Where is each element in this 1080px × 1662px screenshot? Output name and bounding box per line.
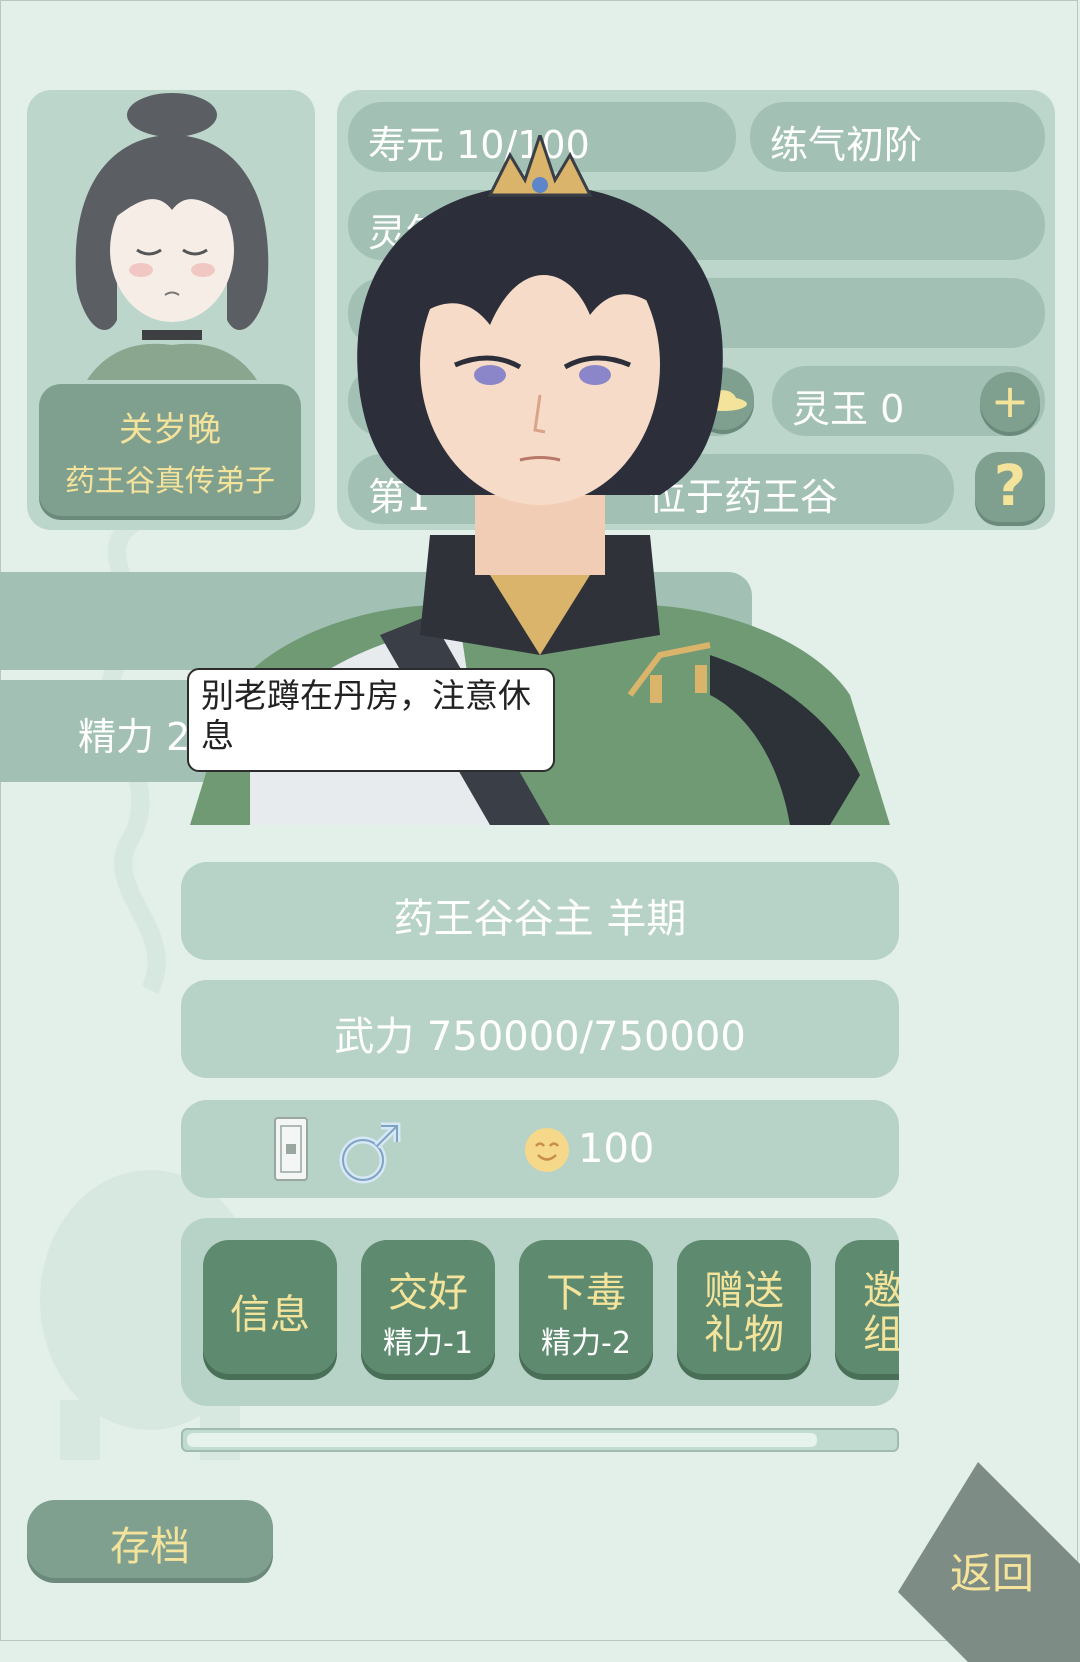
npc-attributes-row: 100 — [181, 1100, 899, 1198]
add-jade-button[interactable]: + — [980, 372, 1040, 432]
npc-power-row: 武力 750000/750000 — [181, 980, 899, 1078]
befriend-button[interactable]: 交好 精力-1 — [361, 1240, 495, 1374]
plus-icon: + — [990, 374, 1030, 428]
talisman-icon[interactable] — [273, 1116, 309, 1182]
gift-label-2: 礼物 — [704, 1312, 784, 1358]
info-label: 信息 — [230, 1292, 310, 1338]
befriend-label: 交好 — [388, 1270, 468, 1316]
befriend-cost: 精力-1 — [383, 1326, 473, 1361]
speech-bubble: 别老蹲在丹房，注意休息 — [187, 668, 555, 772]
info-button[interactable]: 信息 — [203, 1240, 337, 1374]
poison-button[interactable]: 下毒 精力-2 — [519, 1240, 653, 1374]
gift-button[interactable]: 赠送 礼物 — [677, 1240, 811, 1374]
back-label: 返回 — [950, 1549, 1035, 1598]
poison-label: 下毒 — [546, 1270, 626, 1316]
save-label: 存档 — [110, 1524, 190, 1570]
energy-text: 精力 2 — [78, 715, 191, 759]
question-icon: ? — [993, 454, 1027, 519]
scrollbar-thumb[interactable] — [187, 1433, 817, 1447]
npc-title-name: 药王谷谷主 羊期 — [393, 896, 687, 942]
help-button[interactable]: ? — [975, 452, 1045, 522]
invite-team-button[interactable]: 邀 组 — [835, 1240, 899, 1374]
save-button[interactable]: 存档 — [27, 1500, 273, 1578]
poison-cost: 精力-2 — [541, 1326, 631, 1361]
dialogue-text: 别老蹲在丹房，注意休息 — [201, 676, 531, 755]
action-scrollbar[interactable] — [181, 1428, 899, 1452]
male-icon — [339, 1122, 401, 1184]
favor-value: 100 — [578, 1126, 655, 1172]
action-bar: 信息 交好 精力-1 下毒 精力-2 赠送 礼物 邀 组 — [181, 1218, 899, 1406]
invite-label-2: 组 — [863, 1312, 899, 1358]
smile-face-icon — [525, 1128, 569, 1172]
npc-title-row: 药王谷谷主 羊期 — [181, 862, 899, 960]
npc-power: 武力 750000/750000 — [334, 1014, 746, 1060]
